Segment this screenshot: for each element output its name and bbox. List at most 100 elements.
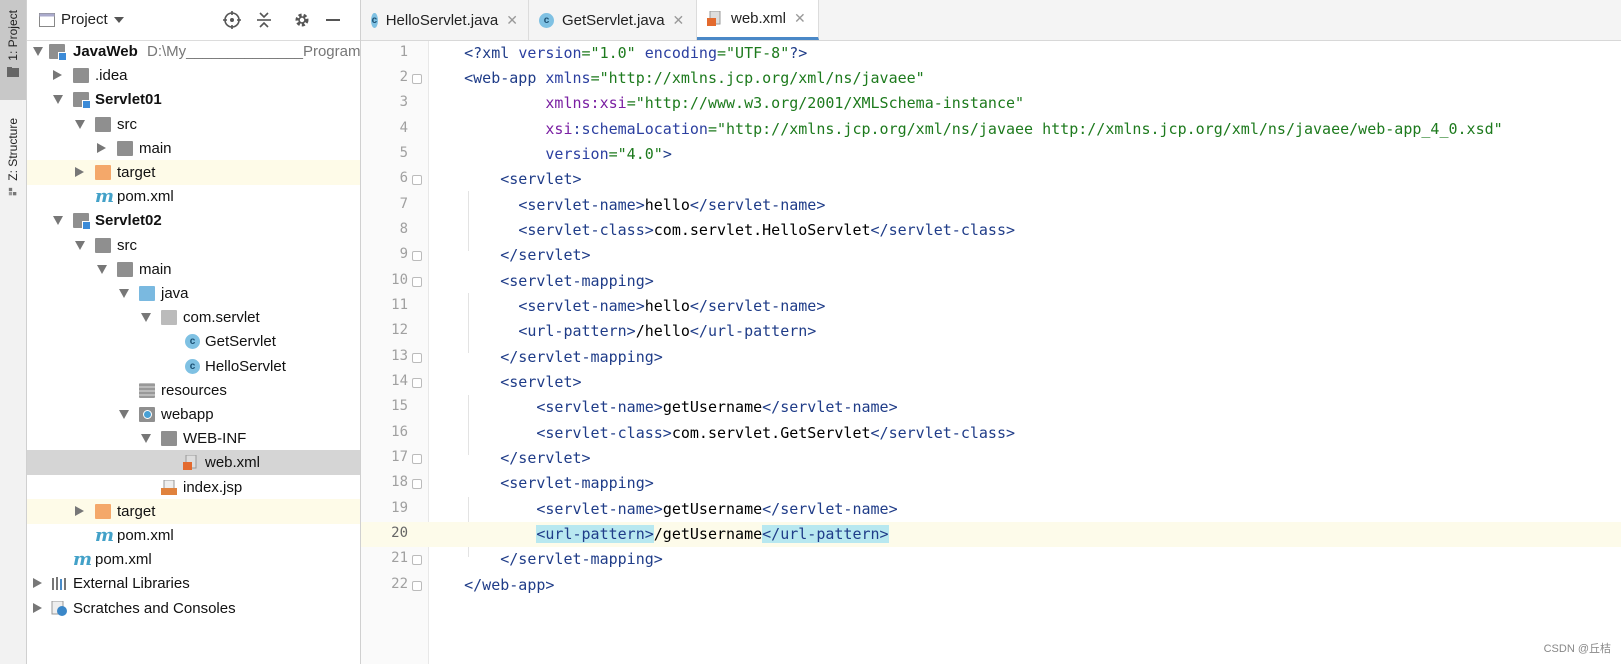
tab-webxml[interactable]: web.xml ✕ xyxy=(697,0,819,40)
tab-getservlet[interactable]: c GetServlet.java ✕ xyxy=(529,0,697,40)
folder-icon xyxy=(161,431,177,447)
tree-node-label: target xyxy=(117,502,156,520)
fold-marker[interactable] xyxy=(412,555,422,565)
tree-node-package[interactable]: com.servlet xyxy=(27,305,360,330)
tab-label: HelloServlet.java xyxy=(385,11,499,29)
line-number: 19 xyxy=(391,500,408,516)
project-panel: Project JavaWeb D:\My______________Progr… xyxy=(27,0,361,664)
tree-node-pom[interactable]: m pom.xml xyxy=(27,523,360,548)
fold-marker[interactable] xyxy=(412,378,422,388)
line-number: 10 xyxy=(391,272,408,288)
tree-node-label: main xyxy=(139,139,172,157)
gear-icon[interactable] xyxy=(293,11,311,29)
line-number: 20 xyxy=(391,525,408,541)
fold-marker[interactable] xyxy=(412,74,422,84)
tree-node-label: src xyxy=(117,236,137,254)
tree-node-javaweb[interactable]: JavaWeb D:\My______________Program xyxy=(27,39,360,64)
code-area[interactable]: <?xml version="1.0" encoding="UTF-8"?> <… xyxy=(428,41,1621,664)
code-line: xsi:schemaLocation="http://xmlns.jcp.org… xyxy=(545,120,1503,138)
module-folder-icon xyxy=(73,92,91,110)
project-view-selector[interactable]: Project xyxy=(39,11,124,28)
fold-marker[interactable] xyxy=(412,277,422,287)
line-number: 22 xyxy=(391,576,408,592)
source-folder-icon xyxy=(139,286,155,301)
tree-node-label: pom.xml xyxy=(117,188,174,206)
line-number: 2 xyxy=(399,69,408,85)
library-icon xyxy=(52,577,66,591)
tree-node-webxml[interactable]: web.xml xyxy=(27,450,360,476)
tree-node-target[interactable]: target xyxy=(27,498,360,524)
code-line: version="4.0"> xyxy=(545,145,672,163)
close-icon[interactable]: ✕ xyxy=(506,12,518,29)
line-number: 7 xyxy=(399,196,408,212)
line-number: 3 xyxy=(399,94,408,110)
class-icon: c xyxy=(539,12,554,28)
tree-node-label: Servlet01 xyxy=(95,91,162,109)
fold-marker[interactable] xyxy=(412,175,422,185)
tree-node-external-libraries[interactable]: External Libraries xyxy=(27,571,360,596)
locate-icon[interactable] xyxy=(223,11,241,29)
tree-node-label: WEB-INF xyxy=(183,430,247,448)
tree-node-label: target xyxy=(117,164,156,181)
project-window-icon xyxy=(39,12,55,27)
fold-marker[interactable] xyxy=(412,581,422,591)
fold-marker[interactable] xyxy=(412,251,422,261)
tree-node-label: Servlet02 xyxy=(95,212,162,230)
tree-node-label: pom.xml xyxy=(95,551,152,569)
structure-tool-tab[interactable]: Z: Structure xyxy=(0,118,26,197)
tree-node-servlet02[interactable]: Servlet02 xyxy=(27,208,360,233)
tree-node-label: src xyxy=(117,115,137,133)
tree-node-pom-root[interactable]: m pom.xml xyxy=(27,547,360,572)
module-folder-icon xyxy=(73,213,91,231)
tree-node-indexjsp[interactable]: index.jsp xyxy=(27,475,360,500)
structure-tool-tab-label: Z: Structure xyxy=(6,118,20,181)
code-line: <servlet-name>hello</servlet-name> xyxy=(518,196,826,214)
collapse-all-icon[interactable] xyxy=(255,11,273,29)
excluded-folder-icon xyxy=(95,503,111,519)
hide-panel-icon[interactable] xyxy=(324,11,342,29)
tree-node-resources[interactable]: resources xyxy=(27,378,360,403)
tab-label: web.xml xyxy=(731,10,787,27)
tree-node-label: HelloServlet xyxy=(205,357,286,375)
tree-node-src[interactable]: src xyxy=(27,112,360,137)
line-number: 5 xyxy=(399,145,408,161)
editor-tab-bar: c HelloServlet.java ✕ c GetServlet.java … xyxy=(361,0,1621,41)
code-line: <web-app xmlns="http://xmlns.jcp.org/xml… xyxy=(464,69,925,87)
close-icon[interactable]: ✕ xyxy=(794,10,806,27)
tab-helloservlet[interactable]: c HelloServlet.java ✕ xyxy=(361,0,529,40)
tree-node-scratches[interactable]: Scratches and Consoles xyxy=(27,596,360,621)
folder-icon xyxy=(117,140,133,156)
project-tool-tab[interactable]: 1: Project xyxy=(0,0,26,100)
tree-node-getservlet[interactable]: c GetServlet xyxy=(27,329,360,354)
fold-marker[interactable] xyxy=(412,479,422,489)
class-icon: c xyxy=(371,12,378,28)
line-number: 12 xyxy=(391,322,408,338)
tree-node-src[interactable]: src xyxy=(27,233,360,258)
tree-node-webapp[interactable]: webapp xyxy=(27,402,360,427)
tree-node-webinf[interactable]: WEB-INF xyxy=(27,426,360,451)
line-number: 21 xyxy=(391,550,408,566)
fold-marker[interactable] xyxy=(412,353,422,363)
line-number: 13 xyxy=(391,348,408,364)
code-line: </servlet-mapping> xyxy=(500,348,663,366)
excluded-folder-icon xyxy=(95,165,111,180)
line-number: 15 xyxy=(391,398,408,414)
tree-node-label: GetServlet xyxy=(205,333,276,351)
tab-label: GetServlet.java xyxy=(562,11,665,29)
code-line: <servlet-name>getUsername</servlet-name> xyxy=(536,398,898,416)
code-editor[interactable]: 1 2 3 4 5 6 7 8 9 10 11 12 13 14 15 16 17 18 19 20 21 22 <?xm… xyxy=(361,41,1621,664)
code-line: </servlet> xyxy=(500,449,591,467)
tree-node-helloservlet[interactable]: c HelloServlet xyxy=(27,354,360,379)
tree-node-pom[interactable]: m pom.xml xyxy=(27,184,360,209)
tree-node-servlet01[interactable]: Servlet01 xyxy=(27,87,360,112)
close-icon[interactable]: ✕ xyxy=(673,12,685,29)
class-icon: c xyxy=(185,334,200,350)
tree-node-path: D:\My______________Program xyxy=(147,43,361,60)
code-line: </servlet-mapping> xyxy=(500,550,663,568)
fold-marker[interactable] xyxy=(412,454,422,464)
tree-node-main[interactable]: main xyxy=(27,257,360,282)
tree-node-java[interactable]: java xyxy=(27,281,360,306)
tree-node-target[interactable]: target xyxy=(27,160,360,185)
tree-node-idea[interactable]: .idea xyxy=(27,63,360,88)
tree-node-main[interactable]: main xyxy=(27,136,360,161)
